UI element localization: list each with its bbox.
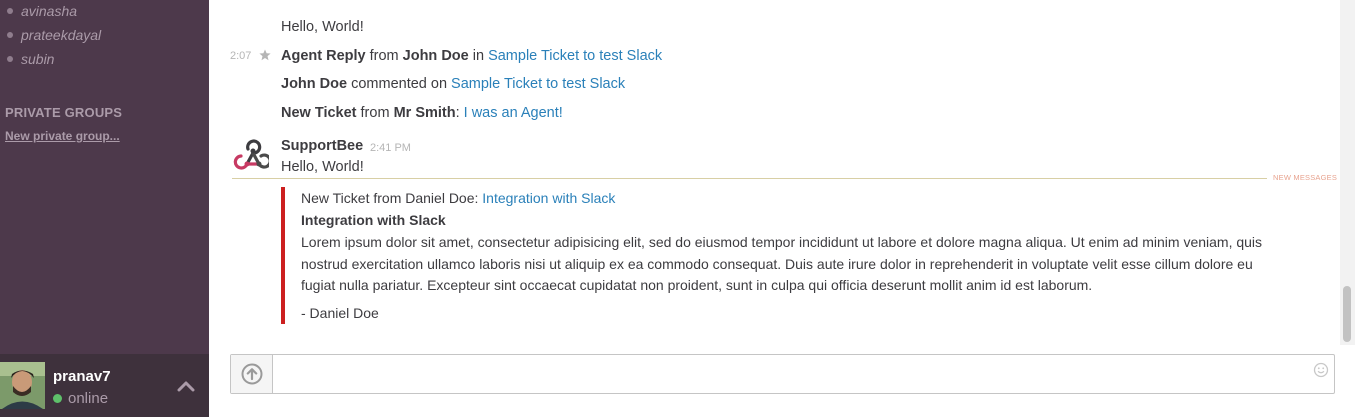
message-timestamp[interactable]: 2:07 [230, 50, 251, 62]
message-timestamp[interactable]: 2:41 PM [370, 142, 411, 154]
message-text: from [365, 48, 403, 64]
event-type: Agent Reply [281, 48, 366, 64]
message-text: : [455, 105, 464, 121]
comment-message: John Doe commented on Sample Ticket to t… [281, 76, 625, 92]
private-groups-header[interactable]: PRIVATE GROUPS [5, 105, 122, 120]
message-text: Hello, World! [281, 159, 364, 175]
message-composer [230, 354, 1335, 394]
new-private-group-link[interactable]: New private group... [5, 129, 120, 143]
supportbee-webhook-icon[interactable] [233, 138, 269, 174]
message-scrollbar[interactable] [1340, 0, 1355, 345]
scrollbar-thumb[interactable] [1343, 286, 1351, 342]
message-text: in [468, 48, 489, 64]
message-attachment: New Ticket from Daniel Doe: Integration … [281, 187, 1281, 324]
attachment-title: Integration with Slack [301, 212, 446, 228]
online-dot-icon [53, 394, 62, 403]
avatar[interactable] [0, 362, 45, 409]
new-messages-label: NEW MESSAGES [1273, 173, 1338, 182]
message-input[interactable] [274, 355, 1304, 393]
upload-button[interactable] [231, 355, 273, 393]
emoji-icon[interactable] [1313, 362, 1329, 378]
message-text: commented on [347, 76, 452, 92]
new-ticket-message: New Ticket from Mr Smith: I was an Agent… [281, 105, 563, 121]
dm-item-subin[interactable]: subin [7, 49, 54, 69]
dm-item-avinasha[interactable]: avinasha [7, 1, 77, 21]
user-menu[interactable]: pranav7 online [0, 354, 209, 417]
dm-item-prateekdayal[interactable]: prateekdayal [7, 25, 101, 45]
event-type: New Ticket [281, 105, 357, 121]
author-name: John Doe [281, 76, 348, 92]
slack-app: avinasha prateekdayal subin PRIVATE GROU… [0, 0, 1355, 417]
author-name: John Doe [402, 48, 469, 64]
dm-label: prateekdayal [21, 27, 102, 43]
presence-dot-icon [7, 56, 13, 62]
presence-dot-icon [7, 8, 13, 14]
message-text: New Ticket from Daniel Doe: [301, 190, 483, 206]
message-pane: Hello, World! 2:07 Agent Reply from John… [209, 0, 1340, 345]
upload-arrow-icon [241, 363, 263, 385]
ticket-link[interactable]: Integration with Slack [482, 190, 615, 206]
message-text: Hello, World! [281, 19, 364, 35]
attachment-body: Lorem ipsum dolor sit amet, consectetur … [301, 234, 1263, 293]
dm-label: subin [21, 51, 55, 67]
user-status: online [53, 390, 108, 407]
sidebar: avinasha prateekdayal subin PRIVATE GROU… [0, 0, 209, 417]
attachment-signature: - Daniel Doe [301, 305, 379, 321]
dm-label: avinasha [21, 3, 78, 19]
agent-reply-message: Agent Reply from John Doe in Sample Tick… [281, 48, 662, 64]
new-messages-divider [232, 178, 1267, 179]
ticket-link[interactable]: I was an Agent! [464, 105, 563, 121]
message-text: from [356, 105, 394, 121]
ticket-link[interactable]: Sample Ticket to test Slack [488, 48, 662, 64]
ticket-link[interactable]: Sample Ticket to test Slack [451, 76, 625, 92]
chevron-up-icon[interactable] [176, 379, 196, 393]
attachment-pretext: New Ticket from Daniel Doe: Integration … [301, 190, 615, 206]
author-name: Mr Smith [393, 105, 456, 121]
status-label: online [68, 390, 109, 407]
star-icon[interactable] [259, 49, 271, 61]
author-name[interactable]: SupportBee [281, 138, 363, 154]
username: pranav7 [53, 368, 111, 385]
avatar-image [0, 362, 45, 409]
presence-dot-icon [7, 32, 13, 38]
